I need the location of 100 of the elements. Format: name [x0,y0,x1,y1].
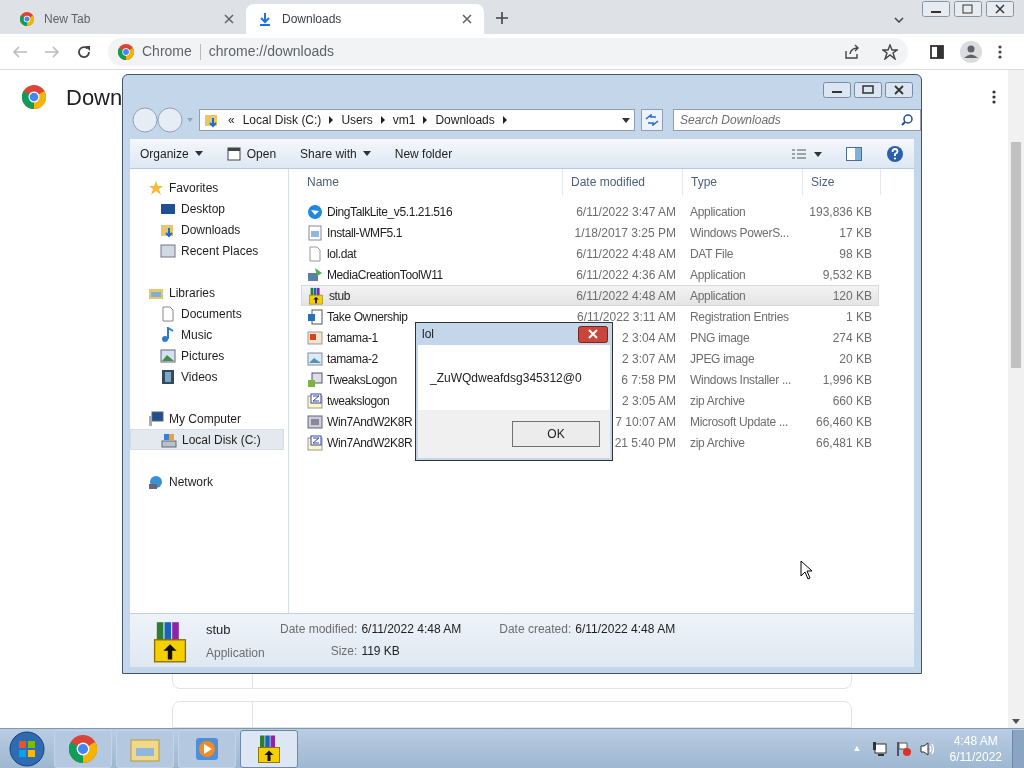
mouse-pointer-icon [800,560,813,580]
date-cell-text: 1/18/2017 3:25 PM [574,224,676,242]
dialog-message: _ZuWQdweafdsg345312@0 [430,369,582,387]
date-cell-text: 6/11/2022 4:48 AM [576,245,676,263]
refresh-button[interactable] [641,109,663,131]
close-icon[interactable] [986,1,1014,17]
column-header[interactable]: Date modified [563,169,683,195]
detail-label: Size: [329,643,358,660]
browser-tab[interactable]: Downloads [246,4,484,34]
type-cell-text: Application [690,203,746,221]
reload-icon[interactable] [76,43,92,60]
window-icon [226,146,241,161]
start-button-icon[interactable] [6,729,48,768]
browser-tab[interactable]: New Tab [8,4,246,34]
type-cell-text: JPEG image [690,350,755,368]
maximize-icon[interactable] [854,82,882,98]
chevron-right-icon[interactable] [380,116,385,124]
music-note-icon [160,326,176,343]
nav-item[interactable]: Recent Places [130,240,284,261]
new-tab-icon[interactable] [496,12,508,24]
file-row[interactable]: stub 6/11/2022 4:48 AM Application 120 KB [301,285,879,306]
help-icon[interactable] [886,144,904,163]
file-name: MediaCreationToolW11 [327,266,443,284]
flag-error-icon[interactable] [895,740,912,757]
close-icon[interactable] [578,325,608,343]
nav-item[interactable]: My Computer [130,408,284,429]
type-cell-text: Registration Entries [690,308,789,326]
detail-label: Date created: [499,621,572,638]
minimize-icon[interactable] [823,82,851,98]
scrollbar[interactable] [1008,70,1024,728]
chevron-down-icon[interactable] [894,17,904,23]
view-options-icon[interactable] [792,148,822,159]
date-cell-text: 6/11/2022 3:47 AM [576,203,676,221]
nav-item[interactable]: Desktop [130,198,284,219]
disk-drive-icon [161,431,177,448]
minimize-icon[interactable] [922,1,950,17]
round-app-icon [307,203,323,220]
ok-button[interactable]: OK [512,421,600,447]
scrollbar-thumb[interactable] [1011,142,1021,368]
nav-item[interactable]: Local Disk (C:) [130,429,284,450]
column-header[interactable]: Name [289,169,563,195]
date-cell-text: 6 7:58 PM [621,371,676,389]
nav-item[interactable]: Documents [130,303,284,324]
toolbar-button[interactable]: Organize [140,144,203,163]
chevron-right-icon[interactable] [502,116,507,124]
chrome-logo-icon [118,43,134,60]
preview-pane-icon[interactable] [846,146,862,161]
close-icon[interactable] [462,14,472,24]
page-heading: Down [66,83,123,112]
breadcrumb[interactable]: Downloads [435,111,495,129]
scroll-down-icon[interactable] [1012,719,1020,724]
nav-item[interactable]: Network [130,471,284,492]
nav-item[interactable]: Favorites [130,177,284,198]
nav-item[interactable]: Libraries [130,282,284,303]
column-header[interactable]: Type [683,169,803,195]
file-name: Take Ownership [327,308,408,326]
side-panel-icon[interactable] [930,44,944,59]
menu-icon[interactable] [998,44,1002,59]
chevron-right-icon[interactable] [329,116,334,124]
installer-icon [307,371,323,388]
date-cell-text: 6/11/2022 4:48 AM [576,287,676,305]
detail-value: 6/11/2022 4:48 AM [361,621,462,638]
breadcrumb[interactable]: vm1 [392,111,416,129]
star-icon[interactable] [882,43,898,60]
recent-places-icon [160,242,176,259]
detail-value: 6/11/2022 4:48 AM [575,621,676,638]
file-name: tamama-1 [327,329,378,347]
nav-item[interactable]: Music [130,324,284,345]
menu-icon[interactable] [992,90,996,105]
profile-avatar-icon[interactable] [960,40,982,63]
nav-item[interactable]: Pictures [130,345,284,366]
type-cell-text: Microsoft Update ... [690,413,789,431]
share-icon[interactable] [844,43,860,60]
address-breadcrumb-bar[interactable]: « Local Disk (C:) Users vm1 Downloads [199,109,635,131]
search-icon[interactable] [901,114,913,126]
breadcrumb[interactable]: Users [341,111,373,129]
size-cell-text: 1 KB [846,308,872,326]
file-name: Win7AndW2K8R [327,434,413,452]
search-field[interactable]: Search Downloads [673,109,921,131]
date-cell-text: 2 3:07 AM [621,350,676,368]
nav-item[interactable]: Videos [130,366,284,387]
script-file-icon [307,224,323,241]
close-icon[interactable] [224,14,234,24]
breadcrumb[interactable]: Local Disk (C:) [242,111,322,129]
toolbar-button[interactable]: Open [226,144,277,163]
toolbar-button[interactable]: New folder [394,144,453,163]
address-bar[interactable]: Chrome chrome://downloads [108,37,908,66]
taskbar-app[interactable] [240,729,298,768]
toolbar-button[interactable]: Share with [300,144,371,163]
size-cell-text: 193,836 KB [809,203,872,221]
file-name: Win7AndW2K8R [327,413,413,431]
close-icon[interactable] [885,82,913,98]
site-label: Chrome [142,42,192,61]
column-header[interactable]: Size [803,169,881,195]
network-icon[interactable] [871,740,888,757]
speaker-icon[interactable] [919,740,936,757]
breadcrumb[interactable]: « [228,111,235,129]
date-cell-text: 2 3:05 AM [621,392,676,410]
nav-item[interactable]: Downloads [130,219,284,240]
chevron-right-icon[interactable] [423,116,428,124]
